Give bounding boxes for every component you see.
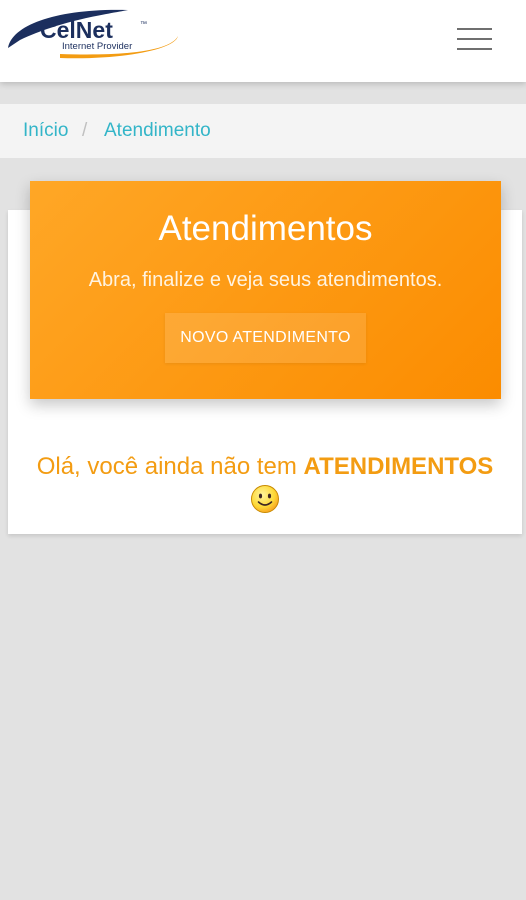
page-subtitle: Abra, finalize e veja seus atendimentos.	[88, 269, 443, 291]
empty-state-message: Olá, você ainda não tem ATENDIMENTOS	[8, 452, 522, 482]
svg-text:™: ™	[140, 21, 147, 28]
page-title: Atendimentos	[158, 209, 373, 248]
empty-state-bold: ATENDIMENTOS	[303, 453, 494, 480]
smiley-icon	[251, 485, 279, 513]
breadcrumb-home-link[interactable]: Início	[23, 120, 68, 142]
new-ticket-button[interactable]: NOVO ATENDIMENTO	[165, 313, 366, 363]
breadcrumb-current-link[interactable]: Atendimento	[104, 120, 211, 142]
breadcrumb: Início / Atendimento	[0, 104, 526, 158]
logo-tagline-text: Internet Provider	[62, 41, 132, 52]
empty-state-prefix: Olá, você ainda não tem	[36, 453, 304, 480]
hero-panel: Atendimentos Abra, finalize e veja seus …	[30, 181, 501, 399]
logo-brand-text: CelNet	[40, 17, 113, 43]
hamburger-menu-icon[interactable]	[452, 22, 496, 56]
breadcrumb-separator: /	[82, 120, 88, 141]
top-bar: CelNet ™ Internet Provider	[0, 0, 526, 82]
celnet-logo[interactable]: CelNet ™ Internet Provider	[0, 4, 185, 62]
